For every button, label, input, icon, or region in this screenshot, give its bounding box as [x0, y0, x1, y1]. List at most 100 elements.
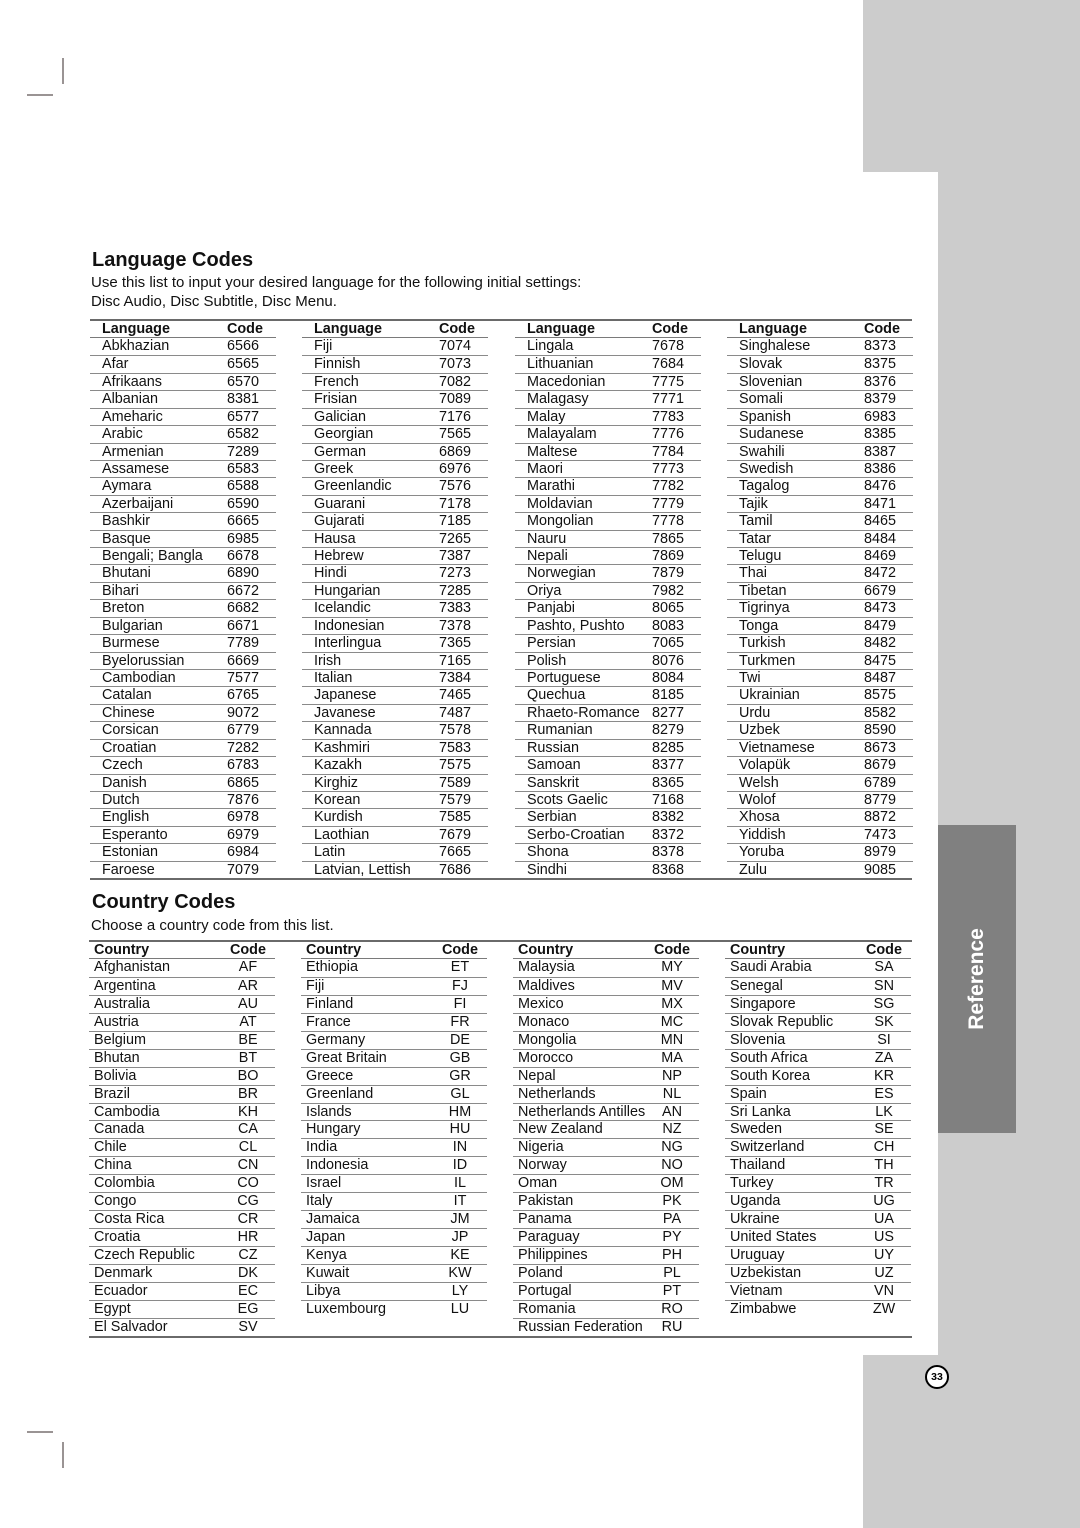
country-name: Switzerland	[730, 1139, 805, 1156]
language-name: Bhutani	[102, 565, 151, 582]
country-code: RU	[661, 1318, 683, 1335]
table-row: Croatia HR	[89, 1228, 275, 1246]
column-header-code: Code	[442, 942, 478, 958]
table-row: Assamese 6583	[90, 459, 276, 477]
column-header-code: Code	[439, 321, 475, 337]
country-code: US	[874, 1229, 894, 1246]
language-code: 7771	[652, 391, 685, 408]
table-row: Tigrinya 8473	[727, 599, 913, 616]
language-code: 6682	[227, 600, 260, 617]
table-row: Ukrainian 8575	[727, 686, 913, 703]
language-code: 6565	[227, 356, 260, 373]
language-code: 7789	[227, 635, 260, 652]
table-body: Fiji 7074 Finnish 7073 French 7082 Frisian 7089…	[302, 338, 488, 878]
country-code: PL	[663, 1264, 681, 1281]
language-name: Arabic	[102, 426, 143, 443]
country-name: Morocco	[518, 1049, 574, 1066]
table-row: Colombia CO	[89, 1174, 275, 1192]
country-name: Finland	[306, 995, 354, 1012]
country-code: CZ	[238, 1247, 258, 1263]
column-header-language: Language	[102, 321, 170, 337]
crop-mark-top-vertical	[62, 58, 64, 84]
language-code: 7387	[439, 548, 472, 565]
table-row: Yoruba 8979	[727, 843, 913, 860]
language-code: 7678	[652, 338, 685, 354]
language-name: Russian	[527, 739, 579, 756]
language-name: Lingala	[527, 338, 574, 354]
table-row: Rumanian 8279	[515, 721, 701, 738]
language-name: French	[314, 373, 359, 390]
country-name: Sri Lanka	[730, 1103, 791, 1120]
language-code: 8472	[864, 565, 897, 582]
country-name: Brazil	[94, 1085, 130, 1102]
language-code: 8185	[652, 687, 685, 704]
language-code: 8377	[652, 757, 685, 774]
country-code: EC	[238, 1282, 258, 1299]
language-name: Spanish	[739, 408, 792, 425]
language-table-bottom-rule	[90, 878, 912, 880]
table-row: Ethiopia ET	[301, 959, 487, 977]
table-row: Slovenian 8376	[727, 372, 913, 390]
table-row: Irish 7165	[302, 651, 488, 669]
table-row: Hebrew 7387	[302, 547, 488, 564]
language-name: Yoruba	[739, 844, 785, 861]
country-code: FR	[450, 1013, 470, 1030]
country-code: CR	[237, 1211, 259, 1228]
table-row: Nauru 7865	[515, 529, 701, 547]
table-row: Persian 7065	[515, 634, 701, 651]
language-code: 7876	[227, 791, 260, 808]
table-row: Brazil BR	[89, 1084, 275, 1103]
country-name: India	[306, 1139, 338, 1156]
country-code: UA	[874, 1211, 894, 1228]
country-code: DK	[238, 1264, 258, 1281]
language-name: Sindhi	[527, 861, 568, 878]
country-code: MC	[660, 1013, 684, 1030]
language-code: 8378	[652, 844, 685, 861]
table-row: Nigeria NG	[513, 1138, 699, 1156]
table-row: Malaysia MY	[513, 959, 699, 977]
language-name: Georgian	[314, 426, 374, 443]
country-code: ID	[452, 1157, 468, 1174]
language-code: 8084	[652, 670, 685, 687]
table-row: Uganda UG	[725, 1192, 911, 1210]
country-code: BT	[238, 1049, 258, 1066]
country-name: Senegal	[730, 977, 783, 994]
table-row: Nepal NP	[513, 1066, 699, 1085]
table-row: United States US	[725, 1228, 911, 1246]
language-code: 8779	[864, 791, 897, 808]
language-name: Aymara	[102, 478, 152, 495]
country-code: MY	[661, 959, 683, 975]
table-row: Slovak 8375	[727, 355, 913, 372]
country-code: NL	[662, 1085, 682, 1102]
section-tab-reference[interactable]: Reference	[938, 825, 1016, 1133]
country-name: Germany	[306, 1031, 366, 1048]
language-name: Tagalog	[739, 478, 790, 495]
country-name: Ethiopia	[306, 959, 359, 975]
country-code: NG	[661, 1139, 683, 1156]
language-name: Malayalam	[527, 426, 597, 443]
language-code: 6672	[227, 582, 260, 599]
country-code-table: Country Code Afghanistan AF Argentina AR Austr…	[89, 942, 912, 1336]
table-row: Italy IT	[301, 1192, 487, 1210]
table-row: Telugu 8469	[727, 547, 913, 564]
country-code: ZA	[874, 1049, 894, 1066]
table-row: Spain ES	[725, 1084, 911, 1103]
country-code: BR	[238, 1085, 258, 1102]
country-name: Greenland	[306, 1085, 374, 1102]
country-name: Mongolia	[518, 1031, 577, 1048]
table-row: Somali 8379	[727, 390, 913, 407]
country-name: United States	[730, 1229, 817, 1246]
country-name: Bolivia	[94, 1067, 137, 1084]
country-code: KW	[448, 1264, 472, 1281]
language-code: 6582	[227, 426, 260, 443]
language-name: Frisian	[314, 391, 358, 408]
column-header-code: Code	[654, 942, 690, 958]
language-code: 7776	[652, 426, 685, 443]
table-row: El Salvador SV	[89, 1317, 275, 1336]
country-code: GR	[449, 1067, 471, 1084]
language-codes-description-line2: Disc Audio, Disc Subtitle, Disc Menu.	[91, 293, 337, 310]
language-code: 7775	[652, 373, 685, 390]
language-code: 7378	[439, 617, 472, 634]
table-row: Lingala 7678	[515, 338, 701, 355]
language-code: 7074	[439, 338, 472, 354]
